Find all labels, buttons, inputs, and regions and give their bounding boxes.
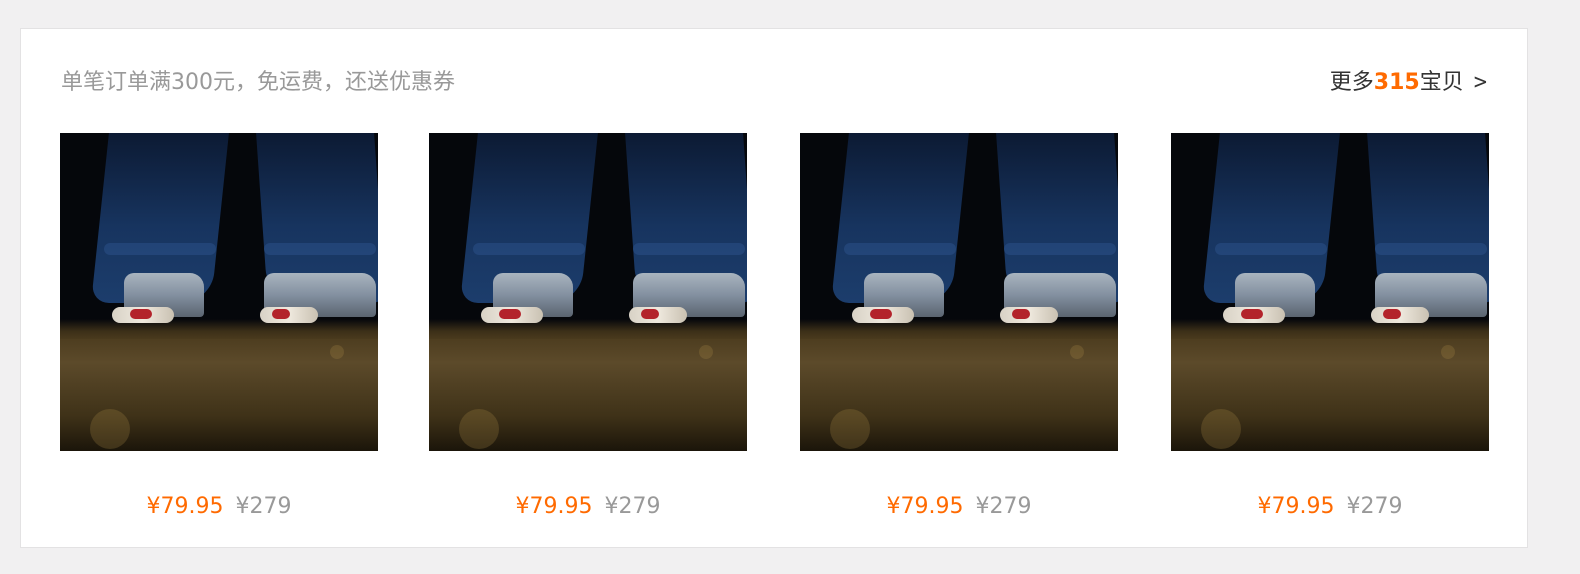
product-image[interactable] <box>60 133 378 451</box>
original-price: ¥279 <box>604 494 661 519</box>
product-prices: ¥79.95 ¥279 <box>1171 491 1489 523</box>
product-prices: ¥79.95 ¥279 <box>800 491 1118 523</box>
product-grid: ¥79.95 ¥279 ¥79.95 ¥279 ¥79.95 ¥279 ¥79.… <box>21 29 1527 547</box>
sale-price: ¥79.95 <box>886 494 964 519</box>
product-card[interactable]: ¥79.95 ¥279 <box>429 133 747 533</box>
product-prices: ¥79.95 ¥279 <box>429 491 747 523</box>
product-card[interactable]: ¥79.95 ¥279 <box>800 133 1118 533</box>
product-image[interactable] <box>800 133 1118 451</box>
product-image[interactable] <box>429 133 747 451</box>
product-prices: ¥79.95 ¥279 <box>60 491 378 523</box>
sale-price: ¥79.95 <box>1257 494 1335 519</box>
product-card[interactable]: ¥79.95 ¥279 <box>1171 133 1489 533</box>
original-price: ¥279 <box>235 494 292 519</box>
product-image[interactable] <box>1171 133 1489 451</box>
original-price: ¥279 <box>975 494 1032 519</box>
sale-price: ¥79.95 <box>515 494 593 519</box>
product-card[interactable]: ¥79.95 ¥279 <box>60 133 378 533</box>
product-showcase-card: 单笔订单满300元，免运费，还送优惠券 更多 315 宝贝 > ¥79.95 ¥… <box>20 28 1528 548</box>
original-price: ¥279 <box>1346 494 1403 519</box>
sale-price: ¥79.95 <box>146 494 224 519</box>
